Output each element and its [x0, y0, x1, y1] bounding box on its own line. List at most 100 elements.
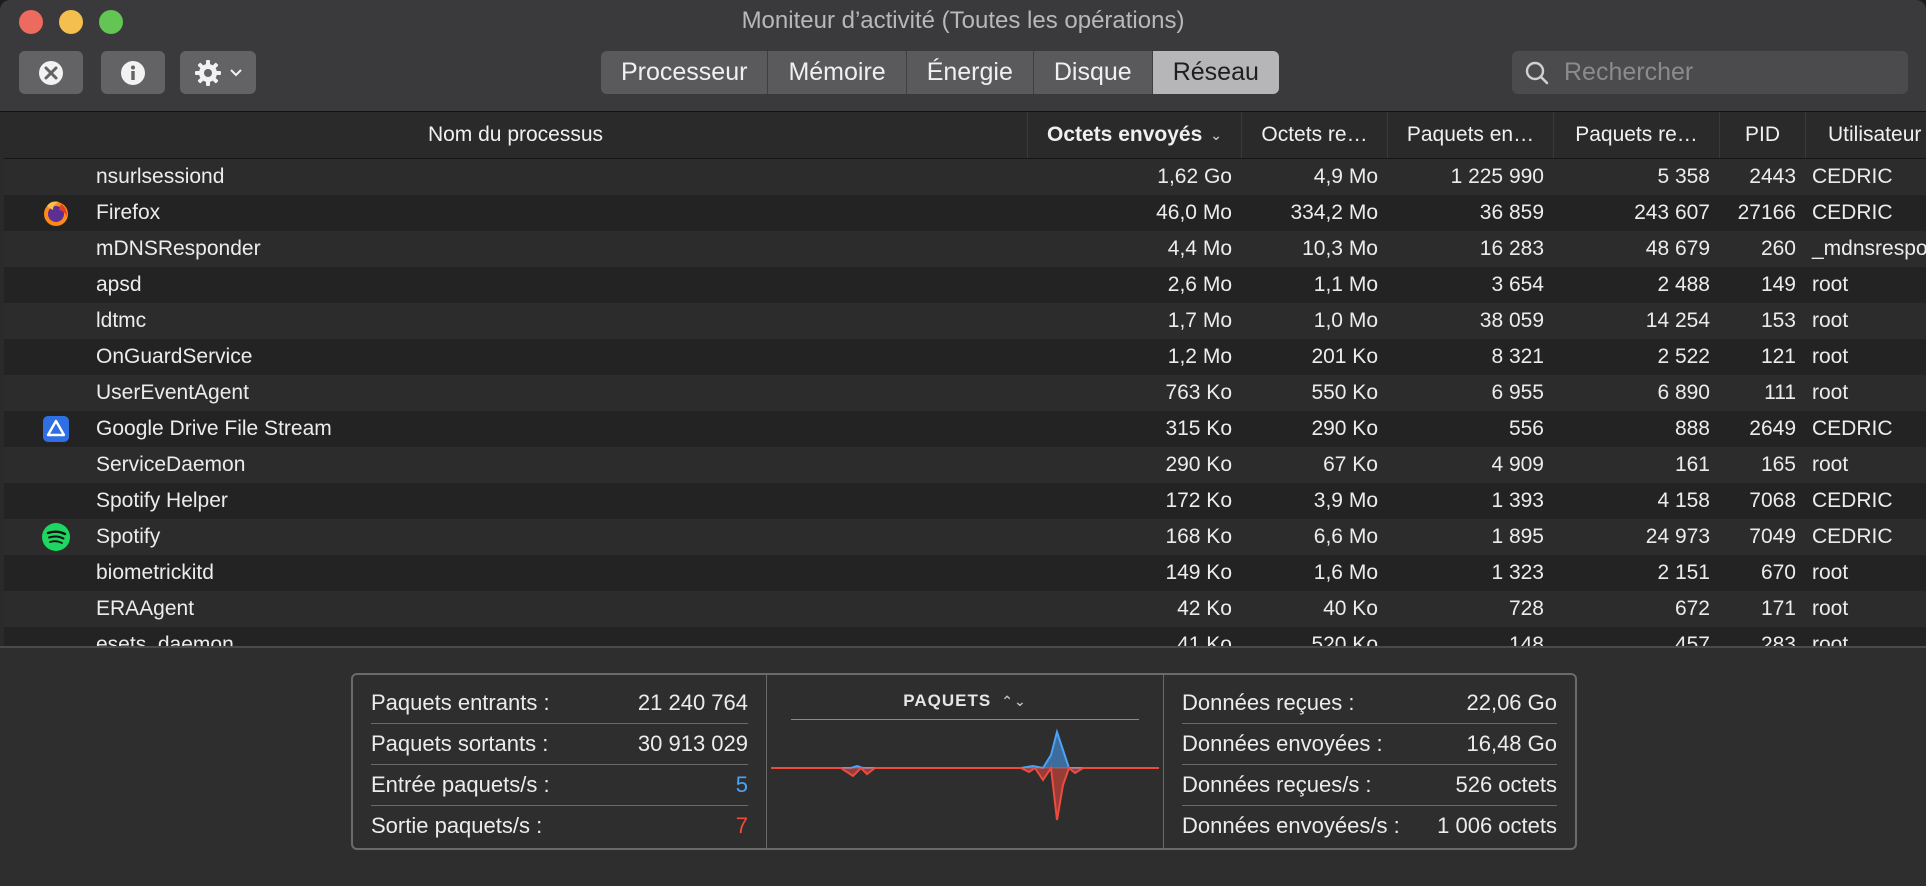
cell-name: esets_daemon: [96, 633, 234, 646]
stat-row: Paquets entrants : 21 240 764: [371, 683, 748, 724]
graph-mode-selector[interactable]: PAQUETS ⌃⌄: [791, 683, 1139, 720]
table-row[interactable]: biometrickitd 149 Ko 1,6 Mo 1 323 2 151 670 ro…: [4, 555, 1926, 591]
window-title: Moniteur d’activité (Toutes les opératio…: [741, 7, 1185, 34]
cell-sent: 315 Ko: [1165, 417, 1232, 440]
cell-pid: 171: [1760, 597, 1796, 620]
cell-pkt-in: 1 393: [1491, 489, 1544, 512]
table-row[interactable]: ldtmc 1,7 Mo 1,0 Mo 38 059 14 254 153 root: [4, 303, 1926, 339]
graph-title: PAQUETS: [903, 691, 992, 710]
stat-label: Paquets entrants :: [371, 690, 550, 715]
actions-menu-button[interactable]: [180, 51, 256, 94]
cell-pid: 2649: [1749, 417, 1796, 440]
cell-pkt-out: 5 358: [1657, 165, 1710, 188]
table-row[interactable]: mDNSResponder 4,4 Mo 10,3 Mo 16 283 48 679 26…: [4, 231, 1926, 267]
column-header-0[interactable]: Nom du processus: [4, 112, 1028, 158]
table-row[interactable]: nsurlsessiond 1,62 Go 4,9 Mo 1 225 990 5 358…: [4, 159, 1926, 195]
cell-pkt-in: 16 283: [1479, 237, 1544, 260]
cell-pkt-out: 243 607: [1634, 201, 1710, 224]
table-row[interactable]: UserEventAgent 763 Ko 550 Ko 6 955 6 890 111 r…: [4, 375, 1926, 411]
cell-pkt-in: 8 321: [1491, 345, 1544, 368]
cell-recv: 40 Ko: [1323, 597, 1378, 620]
cell-pkt-in: 6 955: [1491, 381, 1544, 404]
cell-recv: 334,2 Mo: [1290, 201, 1378, 224]
cell-name: nsurlsessiond: [96, 165, 225, 188]
column-header-1[interactable]: Octets envoyés ⌄: [1028, 112, 1242, 158]
cell-pkt-in: 4 909: [1491, 453, 1544, 476]
cell-recv: 6,6 Mo: [1313, 525, 1378, 548]
cell-user: root: [1812, 597, 1849, 620]
table-row[interactable]: esets_daemon 41 Ko 520 Ko 148 457 283 root: [4, 627, 1926, 646]
cell-pkt-in: 36 859: [1479, 201, 1544, 224]
cell-pkt-out: 888: [1674, 417, 1710, 440]
stat-label: Sortie paquets/s :: [371, 813, 543, 838]
table-row[interactable]: Firefox 46,0 Mo 334,2 Mo 36 859 243 607 27166…: [4, 195, 1926, 231]
cell-recv: 1,6 Mo: [1313, 561, 1378, 584]
cell-user: CEDRIC: [1812, 165, 1893, 188]
gear-icon: [195, 59, 221, 86]
updown-chevron-icon: ⌃⌄: [1001, 692, 1027, 709]
cell-recv: 520 Ko: [1311, 633, 1378, 646]
cell-recv: 1,0 Mo: [1313, 309, 1378, 332]
tab-1[interactable]: Mémoire: [768, 51, 907, 94]
stat-label: Données envoyées :: [1182, 731, 1383, 756]
cell-pkt-in: 148: [1508, 633, 1544, 646]
column-header-6[interactable]: Utilisateur: [1806, 112, 1926, 158]
cell-name: Spotify Helper: [96, 489, 228, 512]
stat-value: 22,06 Go: [1466, 690, 1557, 715]
table-row[interactable]: Google Drive File Stream 315 Ko 290 Ko 556 8…: [4, 411, 1926, 447]
inspect-process-button[interactable]: [101, 51, 165, 94]
cell-user: CEDRIC: [1812, 525, 1893, 548]
column-header-5[interactable]: PID: [1720, 112, 1806, 158]
cell-user: root: [1812, 381, 1849, 404]
tab-3[interactable]: Disque: [1034, 51, 1153, 94]
stat-row: Données envoyées : 16,48 Go: [1182, 724, 1557, 765]
cell-pkt-out: 48 679: [1645, 237, 1710, 260]
cell-pkt-in: 38 059: [1479, 309, 1544, 332]
cell-pid: 260: [1760, 237, 1796, 260]
stop-process-button[interactable]: [19, 51, 83, 94]
column-header-2[interactable]: Octets re…: [1242, 112, 1388, 158]
table-row[interactable]: OnGuardService 1,2 Mo 201 Ko 8 321 2 522 121 r…: [4, 339, 1926, 375]
stat-value: 5: [735, 772, 748, 797]
table-row[interactable]: Spotify Helper 172 Ko 3,9 Mo 1 393 4 158 7068…: [4, 483, 1926, 519]
cell-recv: 1,1 Mo: [1313, 273, 1378, 296]
cell-name: ldtmc: [96, 309, 147, 332]
stat-value: 1 006 octets: [1437, 813, 1557, 838]
tab-0[interactable]: Processeur: [601, 51, 769, 94]
cell-recv: 10,3 Mo: [1302, 237, 1378, 260]
search-icon: [1525, 61, 1549, 84]
cell-pkt-out: 457: [1674, 633, 1710, 646]
cell-recv: 550 Ko: [1311, 381, 1378, 404]
cell-pid: 111: [1764, 381, 1796, 404]
stat-row: Données envoyées/s : 1 006 octets: [1182, 806, 1557, 846]
table-row[interactable]: Spotify 168 Ko 6,6 Mo 1 895 24 973 7049 CEDRIC: [4, 519, 1926, 555]
column-header-3[interactable]: Paquets en…: [1388, 112, 1554, 158]
table-row[interactable]: ServiceDaemon 290 Ko 67 Ko 4 909 161 165 root: [4, 447, 1926, 483]
table-row[interactable]: apsd 2,6 Mo 1,1 Mo 3 654 2 488 149 root: [4, 267, 1926, 303]
cell-pkt-in: 1 895: [1491, 525, 1544, 548]
packet-graph-panel: PAQUETS ⌃⌄: [767, 675, 1164, 848]
tab-4[interactable]: Réseau: [1152, 51, 1279, 94]
stat-label: Données reçues :: [1182, 690, 1355, 715]
firefox-icon: [41, 198, 71, 228]
cell-pid: 7049: [1749, 525, 1796, 548]
tab-2[interactable]: Énergie: [907, 51, 1034, 94]
search-field[interactable]: Rechercher: [1512, 51, 1908, 94]
table-row[interactable]: ERAAgent 42 Ko 40 Ko 728 672 171 root: [4, 591, 1926, 627]
packets-graph: [771, 728, 1159, 821]
cell-recv: 290 Ko: [1311, 417, 1378, 440]
info-icon: [121, 60, 145, 85]
cell-sent: 46,0 Mo: [1156, 201, 1232, 224]
cell-recv: 67 Ko: [1323, 453, 1378, 476]
cell-sent: 290 Ko: [1165, 453, 1232, 476]
stat-row: Entrée paquets/s : 5: [371, 765, 748, 806]
cell-name: ERAAgent: [96, 597, 195, 620]
column-header-4[interactable]: Paquets re…: [1554, 112, 1720, 158]
stat-value: 7: [735, 813, 748, 838]
cell-sent: 168 Ko: [1165, 525, 1232, 548]
chevron-down-icon: [230, 68, 242, 76]
cell-user: root: [1812, 561, 1849, 584]
cell-pkt-out: 2 522: [1657, 345, 1710, 368]
column-header-label: Utilisateur: [1828, 123, 1922, 146]
stat-label: Données reçues/s :: [1182, 772, 1372, 797]
